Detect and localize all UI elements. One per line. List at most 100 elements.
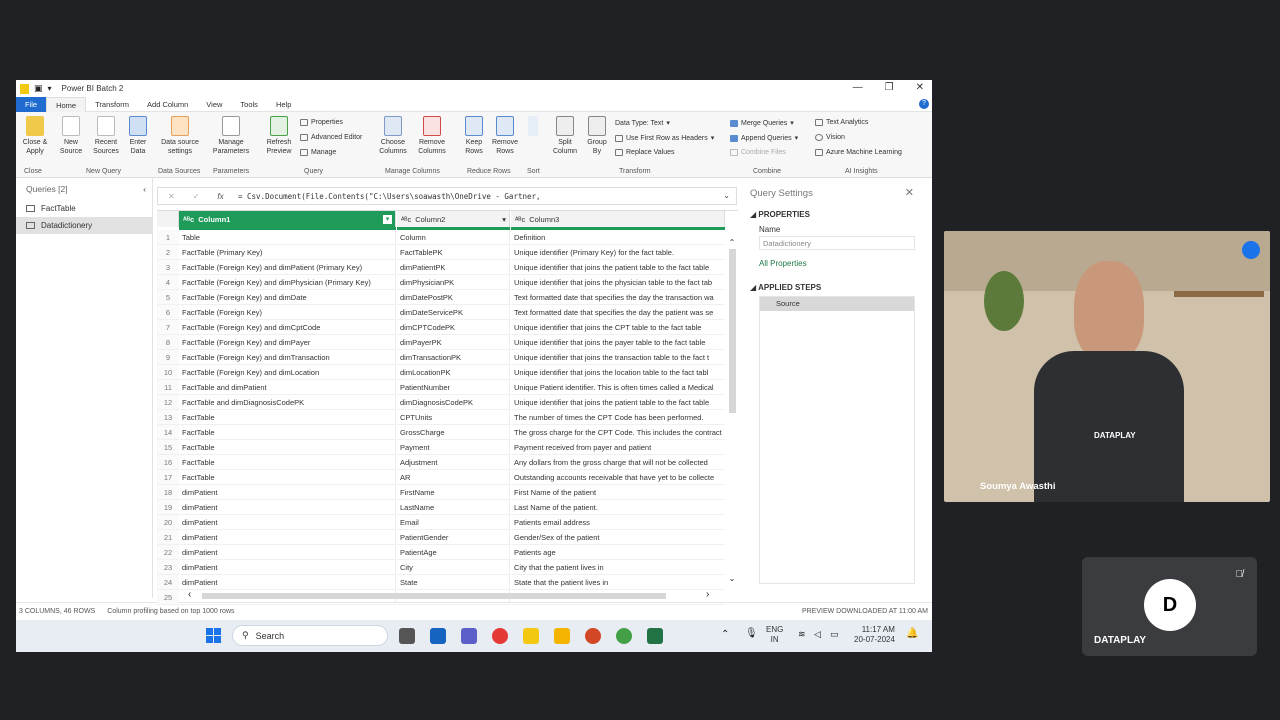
new-source-button[interactable]: New Source (56, 116, 86, 156)
table-cell[interactable]: FactTable (Foreign Key) and dimPhysician… (180, 275, 396, 290)
data-source-settings-button[interactable]: Data source settings (158, 116, 202, 156)
filter-dropdown-icon[interactable]: ▾ (502, 215, 506, 224)
file-explorer-icon[interactable] (554, 628, 570, 644)
abc-type-icon[interactable]: ᴬᴮc (183, 215, 194, 224)
table-cell[interactable]: Unique identifier that joins the patient… (511, 260, 725, 275)
table-cell[interactable]: Payment (397, 440, 510, 455)
scroll-right-icon[interactable]: › (706, 589, 709, 600)
table-cell[interactable]: Unique identifier (Primary Key) for the … (511, 245, 725, 260)
table-cell[interactable]: Gender/Sex of the patient (511, 530, 725, 545)
vertical-scrollbar[interactable]: ⌃ ⌄ (726, 238, 738, 583)
append-queries-button[interactable]: Append Queries ▾ (730, 134, 798, 142)
table-cell[interactable]: Patients age (511, 545, 725, 560)
table-cell[interactable]: State that the patient lives in (511, 575, 725, 590)
table-cell[interactable]: Payment received from payer and patient (511, 440, 725, 455)
expand-formula-icon[interactable]: ⌄ (723, 191, 730, 200)
column-header-3[interactable]: ᴬᴮc Column3 (511, 211, 725, 227)
table-cell[interactable]: FactTable (180, 410, 396, 425)
table-cell[interactable]: FactTable (180, 440, 396, 455)
table-cell[interactable]: Outstanding accounts receivable that hav… (511, 470, 725, 485)
table-cell[interactable]: FactTable (Foreign Key) and dimCptCode (180, 320, 396, 335)
tab-help[interactable]: Help (267, 97, 300, 112)
filter-dropdown-icon[interactable]: ▾ (383, 214, 392, 224)
recent-sources-button[interactable]: Recent Sources (90, 116, 122, 156)
volume-icon[interactable]: ◁ (814, 629, 821, 640)
table-cell[interactable]: The gross charge for the CPT Code. This … (511, 425, 725, 440)
teams-icon[interactable] (461, 628, 477, 644)
collapse-pane-icon[interactable]: ‹ (143, 178, 146, 200)
replace-values-button[interactable]: Replace Values (615, 149, 675, 156)
table-cell[interactable]: dimPatient (180, 545, 396, 560)
azure-ml-button[interactable]: Azure Machine Learning (815, 149, 902, 156)
table-cell[interactable]: Unique identifier that joins the physici… (511, 275, 725, 290)
table-cell[interactable]: FactTable (Foreign Key) and dimLocation (180, 365, 396, 380)
table-cell[interactable]: Column (397, 230, 510, 245)
table-cell[interactable]: dimDatePostPK (397, 290, 510, 305)
clock[interactable]: 11:17 AM 20-07-2024 (854, 625, 895, 645)
chrome-icon[interactable] (492, 628, 508, 644)
scroll-left-icon[interactable]: ‹ (188, 589, 191, 600)
table-cell[interactable]: Unique identifier that joins the locatio… (511, 365, 725, 380)
table-cell[interactable]: FactTable (Foreign Key) and dimTransacti… (180, 350, 396, 365)
column-header-1[interactable]: ᴬᴮc Column1 ▾ (179, 211, 396, 227)
scroll-thumb[interactable] (202, 593, 666, 599)
formula-input[interactable]: = Csv.Document(File.Contents("C:\Users\s… (238, 192, 541, 201)
close-button[interactable]: ✕ (916, 82, 924, 93)
abc-type-icon[interactable]: ᴬᴮc (401, 215, 411, 224)
table-cell[interactable]: dimDateServicePK (397, 305, 510, 320)
table-cell[interactable]: AR (397, 470, 510, 485)
table-cell[interactable]: Patients email address (511, 515, 725, 530)
scroll-thumb[interactable] (728, 249, 736, 413)
tab-home[interactable]: Home (46, 96, 87, 112)
query-name-input[interactable]: Datadictionery (759, 236, 915, 250)
microphone-icon[interactable]: 🎙 (745, 628, 758, 639)
minimize-button[interactable]: — (853, 82, 863, 93)
table-cell[interactable]: dimPayerPK (397, 335, 510, 350)
step-source[interactable]: Source (760, 297, 914, 311)
outlook-icon[interactable] (430, 628, 446, 644)
table-cell[interactable]: dimLocationPK (397, 365, 510, 380)
table-cell[interactable]: FactTable (Foreign Key) (180, 305, 396, 320)
table-cell[interactable]: Definition (511, 230, 725, 245)
merge-queries-button[interactable]: Merge Queries ▾ (730, 119, 794, 127)
table-cell[interactable]: City that the patient lives in (511, 560, 725, 575)
scroll-down-icon[interactable]: ⌄ (726, 574, 738, 583)
abc-type-icon[interactable]: ᴬᴮc (515, 215, 525, 224)
table-cell[interactable]: dimPhysicianPK (397, 275, 510, 290)
table-cell[interactable]: FactTable (Primary Key) (180, 245, 396, 260)
table-cell[interactable]: FactTable (Foreign Key) and dimDate (180, 290, 396, 305)
table-cell[interactable]: CPTUnits (397, 410, 510, 425)
powerpoint-icon[interactable] (585, 628, 601, 644)
task-view-icon[interactable] (399, 628, 415, 644)
tab-add-column[interactable]: Add Column (138, 97, 197, 112)
table-cell[interactable]: PatientAge (397, 545, 510, 560)
vision-button[interactable]: Vision (815, 134, 845, 141)
language-indicator[interactable]: ENG IN (766, 625, 783, 645)
chrome-profile-icon[interactable] (616, 628, 632, 644)
tab-view[interactable]: View (197, 97, 231, 112)
table-cell[interactable]: The number of times the CPT Code has bee… (511, 410, 725, 425)
table-cell[interactable]: dimCPTCodePK (397, 320, 510, 335)
table-cell[interactable]: Any dollars from the gross charge that w… (511, 455, 725, 470)
table-cell[interactable]: Unique identifier that joins the CPT tab… (511, 320, 725, 335)
confirm-formula-icon[interactable]: ✓ (193, 192, 200, 201)
table-cell[interactable]: Unique Patient identifier. This is often… (511, 380, 725, 395)
windows-start-icon[interactable] (206, 628, 221, 643)
powerbi-taskbar-icon[interactable] (523, 628, 539, 644)
properties-button[interactable]: Properties (300, 119, 343, 126)
table-cell[interactable]: dimPatientPK (397, 260, 510, 275)
quick-access-dropdown-icon[interactable]: ▾ (48, 84, 52, 93)
table-menu-icon[interactable] (157, 211, 179, 227)
table-cell[interactable]: FactTable and dimPatient (180, 380, 396, 395)
table-cell[interactable]: dimPatient (180, 530, 396, 545)
close-apply-button[interactable]: Close & Apply (20, 116, 50, 156)
table-cell[interactable]: Email (397, 515, 510, 530)
cancel-formula-icon[interactable]: ✕ (168, 192, 175, 201)
table-cell[interactable]: FactTablePK (397, 245, 510, 260)
save-icon[interactable]: ▣ (34, 83, 43, 94)
all-properties-link[interactable]: All Properties (759, 259, 807, 268)
text-analytics-button[interactable]: Text Analytics (815, 119, 868, 126)
table-cell[interactable]: GrossCharge (397, 425, 510, 440)
table-cell[interactable]: FactTable and dimDiagnosisCodePK (180, 395, 396, 410)
table-cell[interactable]: State (397, 575, 510, 590)
